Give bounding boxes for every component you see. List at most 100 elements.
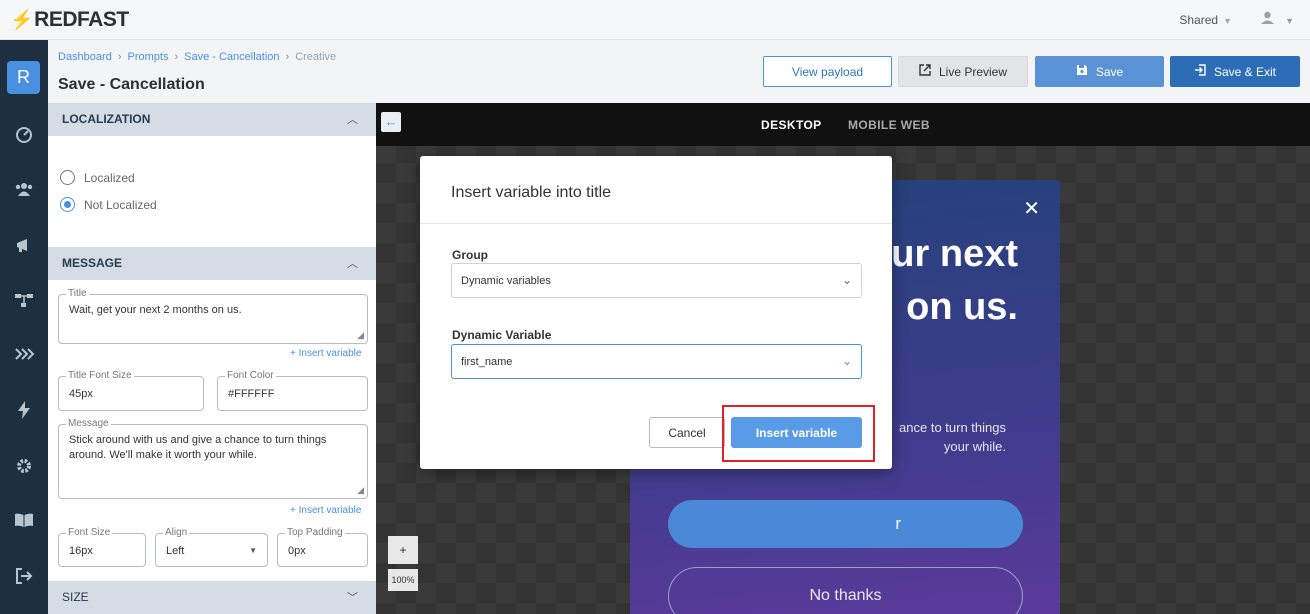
external-link-icon <box>919 64 931 79</box>
bolt-icon: ⚡ <box>10 10 34 31</box>
page-title: Save - Cancellation <box>58 76 205 93</box>
font-size-value: 16px <box>69 545 93 557</box>
preview-cta-button[interactable]: r <box>668 500 1023 548</box>
book-icon[interactable] <box>0 512 48 532</box>
brand-name: REDFAST <box>34 8 129 31</box>
device-tab-bar: ← DESKTOP MOBILE WEB <box>376 103 1310 146</box>
cancel-button[interactable]: Cancel <box>649 417 725 448</box>
title-field-label: Title <box>66 288 89 300</box>
title-font-size-value: 45px <box>69 388 93 400</box>
breadcrumb-prompts[interactable]: Prompts <box>128 51 169 63</box>
message-section-title: MESSAGE <box>62 256 123 270</box>
message-field-label: Message <box>66 418 111 430</box>
dynamic-variable-value: first_name <box>461 356 513 368</box>
floppy-disk-icon <box>1076 64 1088 79</box>
collapse-panel-button[interactable]: ← <box>381 112 401 132</box>
size-header[interactable]: SIZE ﹀ <box>48 581 376 614</box>
font-size-input[interactable]: Font Size 16px <box>58 527 146 567</box>
font-color-value: #FFFFFF <box>228 388 275 400</box>
chevron-down-icon: ▼ <box>1285 16 1294 26</box>
tab-mobile-web[interactable]: MOBILE WEB <box>848 118 930 132</box>
radio-localized[interactable]: Localized <box>60 170 135 185</box>
message-header[interactable]: MESSAGE ︿ <box>48 247 376 280</box>
align-value: Left <box>166 545 185 557</box>
zoom-in-button[interactable]: + <box>388 536 418 564</box>
tab-desktop[interactable]: DESKTOP <box>761 118 822 132</box>
radio-not-localized[interactable]: Not Localized <box>60 197 157 212</box>
breadcrumb-dashboard[interactable]: Dashboard <box>58 51 112 63</box>
insert-variable-dialog: Insert variable into title Group Dynamic… <box>420 156 892 469</box>
dynamic-variable-select[interactable]: first_name ⌄ <box>451 344 862 379</box>
dynamic-variable-label: Dynamic Variable <box>452 328 552 342</box>
workspace-badge[interactable]: R <box>7 61 40 94</box>
radio-circle-icon <box>60 170 75 185</box>
chevron-down-icon: ▼ <box>1223 16 1232 26</box>
breadcrumb-save-cancellation[interactable]: Save - Cancellation <box>184 51 279 63</box>
view-payload-button[interactable]: View payload <box>763 56 892 87</box>
save-and-exit-button[interactable]: Save & Exit <box>1170 56 1300 87</box>
title-font-size-input[interactable]: Title Font Size 45px <box>58 370 204 411</box>
chevron-up-icon: ︿ <box>347 258 358 270</box>
shared-dropdown[interactable]: Shared ▼ <box>1179 13 1232 27</box>
users-icon[interactable] <box>0 181 48 202</box>
lightning-icon[interactable] <box>0 401 48 424</box>
title-field-value: Wait, get your next 2 months on us. <box>69 304 242 316</box>
message-field-value: Stick around with us and give a chance t… <box>69 434 327 461</box>
view-payload-label: View payload <box>791 64 864 79</box>
dashboard-gauge-icon[interactable] <box>0 126 48 149</box>
live-preview-button[interactable]: Live Preview <box>898 56 1028 87</box>
align-label: Align <box>163 527 190 539</box>
size-section-title: SIZE <box>62 590 89 604</box>
gear-icon[interactable] <box>0 458 48 479</box>
user-menu[interactable]: ▼ <box>1260 11 1294 27</box>
top-padding-input[interactable]: Top Padding 0px <box>277 527 368 567</box>
cancel-label: Cancel <box>668 425 706 440</box>
resize-handle-icon[interactable]: ◢ <box>357 330 364 341</box>
radio-checked-icon <box>60 197 75 212</box>
chevron-right-icon: › <box>285 51 290 63</box>
breadcrumb: Dashboard › Prompts › Save - Cancellation › Cr… <box>58 51 336 63</box>
chevron-right-icon: › <box>117 51 122 63</box>
title-insert-variable-link[interactable]: + Insert variable <box>290 348 361 359</box>
chevron-up-icon: ︿ <box>347 114 358 126</box>
chevron-down-icon: ﹀ <box>347 592 358 604</box>
dialog-divider <box>420 223 892 224</box>
shared-label: Shared <box>1179 13 1219 27</box>
radio-not-localized-label: Not Localized <box>84 197 157 212</box>
localization-header[interactable]: LOCALIZATION ︿ <box>48 103 376 136</box>
flow-icon[interactable] <box>0 292 48 313</box>
zoom-level: 100% <box>388 569 418 591</box>
logout-icon[interactable] <box>0 568 48 589</box>
top-padding-value: 0px <box>288 545 306 557</box>
highlight-box <box>722 405 875 462</box>
chevron-down-icon: ⌄ <box>841 273 852 287</box>
live-preview-label: Live Preview <box>938 64 1008 79</box>
group-select[interactable]: Dynamic variables ⌄ <box>451 263 862 298</box>
message-insert-variable-link[interactable]: + Insert variable <box>290 505 361 516</box>
align-select[interactable]: Align Left ▼ <box>155 527 268 567</box>
group-select-value: Dynamic variables <box>461 275 551 287</box>
top-padding-label: Top Padding <box>285 527 345 539</box>
resize-handle-icon[interactable]: ◢ <box>357 485 364 496</box>
chevrons-icon[interactable] <box>0 346 48 366</box>
font-color-label: Font Color <box>225 370 276 382</box>
preview-decline-button[interactable]: No thanks <box>668 567 1023 614</box>
save-label: Save <box>1095 64 1124 79</box>
left-rail: R <box>0 40 48 614</box>
arrow-left-icon: ← <box>384 114 398 129</box>
title-font-size-label: Title Font Size <box>66 370 134 382</box>
save-button[interactable]: Save <box>1035 56 1164 87</box>
group-label: Group <box>452 248 488 262</box>
top-bar: ⚡REDFAST Shared ▼ ▼ <box>0 0 1310 40</box>
message-textarea[interactable]: Message Stick around with us and give a … <box>58 418 368 499</box>
title-textarea[interactable]: Title Wait, get your next 2 months on us… <box>58 288 368 344</box>
megaphone-icon[interactable] <box>0 237 48 258</box>
close-icon[interactable]: ✕ <box>1023 196 1040 221</box>
chevron-down-icon: ⌄ <box>841 354 852 368</box>
font-color-input[interactable]: Font Color #FFFFFF <box>217 370 368 411</box>
exit-icon <box>1194 64 1206 79</box>
redfast-logo[interactable]: ⚡REDFAST <box>10 8 129 32</box>
settings-panel: LOCALIZATION ︿ Localized Not Localized M… <box>48 103 376 614</box>
dialog-title: Insert variable into title <box>451 184 612 201</box>
save-and-exit-label: Save & Exit <box>1213 64 1277 79</box>
